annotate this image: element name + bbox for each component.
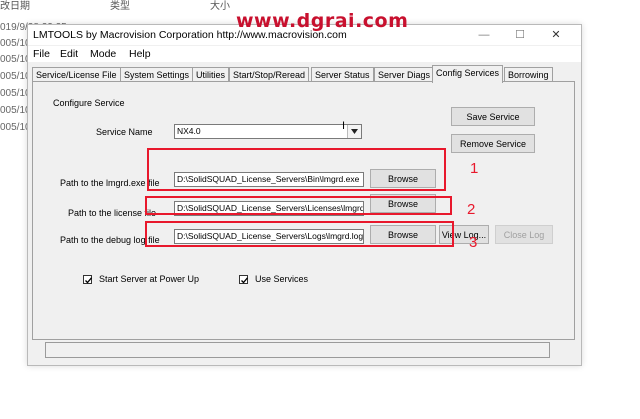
menu-file[interactable]: File	[33, 48, 50, 60]
maximize-button[interactable]: ☐	[506, 27, 534, 43]
tab-system-settings[interactable]: System Settings	[120, 67, 194, 82]
tab-server-status[interactable]: Server Status	[311, 67, 374, 82]
configure-service-label: Configure Service	[53, 98, 125, 108]
column-header: 类型	[110, 1, 130, 12]
menu-help[interactable]: Help	[129, 48, 151, 60]
chevron-down-icon[interactable]	[347, 125, 361, 138]
background-row: 005/10	[0, 88, 31, 99]
menu-edit[interactable]: Edit	[60, 48, 78, 60]
background-row: 005/10	[0, 105, 31, 116]
start-at-powerup-label: Start Server at Power Up	[99, 274, 200, 284]
checkmark-icon	[85, 277, 92, 284]
watermark: www.dgrai.com	[236, 10, 409, 32]
status-bar	[45, 342, 550, 358]
background-row: 005/10	[0, 54, 31, 65]
annotation-number-2: 2	[467, 201, 476, 218]
use-services-label: Use Services	[255, 274, 309, 284]
column-header: 改日期	[0, 1, 30, 12]
tab-utilities[interactable]: Utilities	[192, 67, 230, 82]
menu-bar: File Edit Mode Help	[28, 46, 581, 62]
service-name-value: NX4.0	[177, 126, 201, 136]
tab-start-stop-reread[interactable]: Start/Stop/Reread	[229, 67, 310, 82]
lmgrd-path-label: Path to the lmgrd.exe file	[60, 178, 160, 188]
annotation-box-2	[145, 196, 452, 215]
tab-server-diags[interactable]: Server Diags	[374, 67, 435, 82]
tab-service-license-file[interactable]: Service/License File	[32, 67, 121, 82]
remove-service-button[interactable]: Remove Service	[451, 134, 535, 153]
background-row: 005/10	[0, 122, 31, 133]
minimize-button[interactable]: —	[470, 27, 498, 43]
background-row: 005/10	[0, 71, 31, 82]
column-header: 大小	[210, 1, 230, 12]
menu-mode[interactable]: Mode	[90, 48, 116, 60]
service-name-label: Service Name	[96, 127, 153, 137]
background-row: 005/10	[0, 38, 31, 49]
service-name-combo[interactable]: NX4.0	[174, 124, 362, 139]
text-cursor-icon: I	[342, 120, 346, 132]
annotation-number-3: 3	[469, 234, 478, 251]
close-button[interactable]: ✕	[542, 27, 570, 43]
use-services-checkbox[interactable]	[239, 275, 248, 284]
license-path-label: Path to the license file	[68, 208, 157, 218]
tab-borrowing[interactable]: Borrowing	[504, 67, 553, 82]
start-at-powerup-checkbox[interactable]	[83, 275, 92, 284]
annotation-box-3	[145, 221, 454, 247]
annotation-number-1: 1	[470, 160, 479, 177]
save-service-button[interactable]: Save Service	[451, 107, 535, 126]
checkmark-icon	[241, 277, 248, 284]
lmtools-window: LMTOOLS by Macrovision Corporation http:…	[27, 24, 582, 366]
tab-config-services[interactable]: Config Services	[432, 65, 504, 83]
annotation-box-1	[147, 148, 446, 191]
close-log-button: Close Log	[495, 225, 553, 244]
